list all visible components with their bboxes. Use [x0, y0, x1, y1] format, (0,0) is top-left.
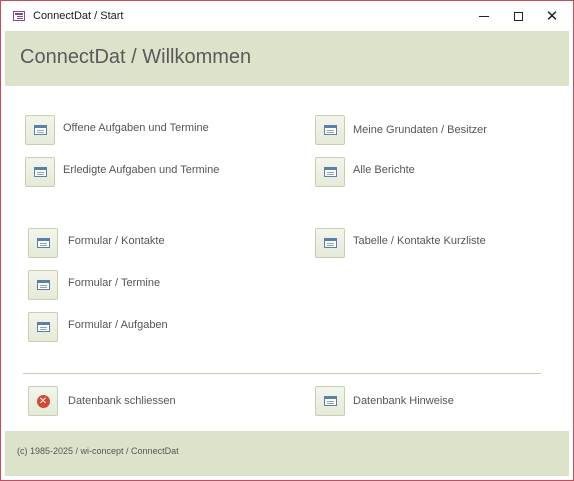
form-icon [33, 125, 47, 135]
form-icon [323, 396, 337, 406]
form-appointments-button[interactable] [28, 270, 58, 300]
divider [23, 373, 541, 374]
done-tasks-button[interactable] [25, 157, 55, 187]
open-tasks-button[interactable] [25, 115, 55, 145]
close-database-button[interactable]: ✕ [28, 386, 58, 416]
close-window-button[interactable]: ✕ [535, 1, 569, 31]
header-band: ConnectDat / Willkommen [5, 31, 569, 86]
form-icon [36, 322, 50, 332]
maximize-icon [513, 11, 523, 21]
window-title: ConnectDat / Start [33, 10, 124, 22]
form-icon [323, 238, 337, 248]
close-circle-icon: ✕ [36, 394, 50, 408]
app-window: ConnectDat / Start ✕ ConnectDat / Willko… [0, 0, 574, 481]
copyright-text: (c) 1985-2025 / wi-concept / ConnectDat [17, 446, 179, 456]
title-bar: ConnectDat / Start ✕ [1, 1, 573, 31]
all-reports-button[interactable] [315, 157, 345, 187]
open-tasks-label[interactable]: Offene Aufgaben und Termine [63, 122, 209, 134]
table-contacts-label[interactable]: Tabelle / Kontakte Kurzliste [353, 235, 486, 247]
all-reports-label[interactable]: Alle Berichte [353, 164, 415, 176]
table-contacts-button[interactable] [315, 228, 345, 258]
form-icon [36, 280, 50, 290]
form-tasks-label[interactable]: Formular / Aufgaben [68, 319, 168, 331]
master-data-button[interactable] [315, 115, 345, 145]
close-icon: ✕ [545, 7, 559, 25]
close-database-label[interactable]: Datenbank schliessen [68, 395, 176, 407]
form-appointments-label[interactable]: Formular / Termine [68, 277, 160, 289]
database-notes-label[interactable]: Datenbank Hinweise [353, 395, 454, 407]
maximize-button[interactable] [501, 1, 535, 31]
form-icon [323, 125, 337, 135]
footer-band: (c) 1985-2025 / wi-concept / ConnectDat [5, 431, 569, 476]
database-notes-button[interactable] [315, 386, 345, 416]
form-tasks-button[interactable] [28, 312, 58, 342]
form-icon [36, 238, 50, 248]
form-icon [323, 167, 337, 177]
form-icon [33, 167, 47, 177]
form-contacts-label[interactable]: Formular / Kontakte [68, 235, 165, 247]
minimize-button[interactable] [467, 1, 501, 31]
minimize-icon [479, 15, 489, 17]
master-data-label[interactable]: Meine Grundaten / Besitzer [353, 124, 487, 136]
page-title: ConnectDat / Willkommen [20, 46, 252, 68]
app-form-icon [13, 11, 25, 21]
form-contacts-button[interactable] [28, 228, 58, 258]
done-tasks-label[interactable]: Erledigte Aufgaben und Termine [63, 164, 219, 176]
